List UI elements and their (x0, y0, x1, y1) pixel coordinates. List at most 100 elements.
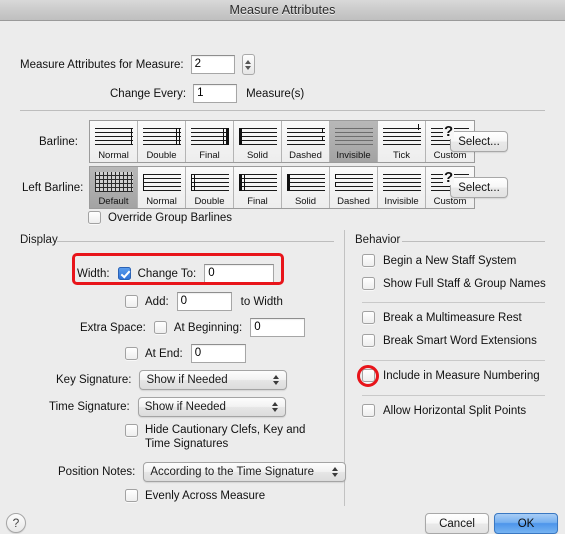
at-end-input[interactable]: 0 (190, 344, 246, 363)
left-barline-option-normal[interactable]: Normal (138, 167, 186, 208)
window-titlebar: Measure Attributes (0, 0, 565, 21)
evenly-across-measure-checkbox[interactable] (125, 489, 138, 502)
help-button[interactable]: ? (6, 513, 26, 533)
position-notes-label: Position Notes: (58, 466, 136, 478)
key-signature-label: Key Signature: (56, 374, 132, 386)
include-in-measure-numbering-checkbox[interactable] (362, 369, 375, 382)
at-beginning-input[interactable]: 0 (250, 318, 306, 337)
barline-select-button[interactable]: Select... (450, 131, 508, 152)
at-end-label: At End: (145, 347, 183, 360)
barline-option-label: Normal (98, 150, 129, 161)
left-barline-label: Left Barline: (22, 182, 84, 194)
allow-horizontal-split-points-checkbox[interactable] (362, 404, 375, 417)
break-smart-word-extensions-checkbox[interactable] (362, 334, 375, 347)
position-notes-row[interactable]: Position Notes: According to the Time Si… (58, 462, 347, 482)
stepper-down-icon[interactable] (245, 65, 252, 70)
key-signature-select[interactable]: Show if Needed (139, 370, 288, 390)
behavior-item-show-full-staff-group-names[interactable]: Show Full Staff & Group Names (362, 277, 546, 290)
left-barline-option-label: Default (98, 196, 129, 207)
left-barline-option-label: Invisible (384, 196, 419, 207)
change-to-checkbox[interactable] (117, 267, 131, 280)
width-label: Width: (77, 267, 110, 280)
add-width-input[interactable]: 0 (176, 292, 232, 311)
measure-number-input[interactable]: 2 (190, 55, 235, 74)
change-every-input[interactable]: 1 (193, 84, 238, 103)
behavior-item-break-multimeasure-rest[interactable]: Break a Multimeasure Rest (362, 311, 522, 324)
begin-new-staff-system-checkbox[interactable] (362, 254, 375, 267)
time-signature-select[interactable]: Show if Needed (137, 397, 286, 417)
barline-label: Barline: (39, 136, 78, 148)
barline-option-dashed[interactable]: Dashed (282, 121, 330, 162)
override-group-barlines-label: Override Group Barlines (108, 211, 232, 224)
at-beginning-label: At Beginning: (173, 321, 243, 334)
evenly-across-measure-row[interactable]: Evenly Across Measure (125, 489, 265, 502)
at-end-checkbox[interactable] (125, 347, 138, 360)
left-barline-option-label: Dashed (337, 196, 370, 207)
left-barline-palette[interactable]: Default Normal Double Final Solid Dashed… (89, 166, 475, 209)
barline-option-invisible[interactable]: Invisible (330, 121, 378, 162)
extra-space-end-row[interactable]: At End: 0 (125, 344, 246, 363)
change-to-input[interactable]: 0 (204, 264, 275, 283)
left-barline-dashed-icon (332, 169, 376, 195)
measure-for-label: Measure Attributes for Measure: (20, 58, 184, 71)
hide-cautionary-label-line1: Hide Cautionary Clefs, Key and (145, 424, 306, 436)
left-barline-option-invisible[interactable]: Invisible (378, 167, 426, 208)
barline-option-label: Double (146, 150, 177, 161)
measures-suffix-label: Measure(s) (246, 87, 305, 100)
barline-tick-icon (380, 123, 424, 149)
window-title: Measure Attributes (229, 3, 336, 17)
width-change-to-row[interactable]: Width: Change To: 0 (77, 264, 275, 283)
stepper-up-icon[interactable] (245, 59, 252, 64)
behavior-item-label: Break Smart Word Extensions (383, 334, 537, 347)
change-every-row: Change Every: 1 Measure(s) (110, 84, 304, 103)
break-multimeasure-rest-checkbox[interactable] (362, 311, 375, 324)
left-barline-select-button[interactable]: Select... (450, 177, 508, 198)
show-full-staff-group-names-checkbox[interactable] (362, 277, 375, 290)
barline-option-final[interactable]: Final (186, 121, 234, 162)
chevron-updown-icon (273, 375, 280, 385)
behavior-item-label: Allow Horizontal Split Points (383, 404, 527, 417)
barline-palette[interactable]: Normal Double Final Solid Dashed Invisib… (89, 120, 475, 163)
hide-cautionary-label-line2: Time Signatures (145, 438, 229, 450)
override-group-barlines-row[interactable]: Override Group Barlines (88, 211, 232, 224)
left-barline-solid-icon (284, 169, 328, 195)
behavior-item-allow-horizontal-split-points[interactable]: Allow Horizontal Split Points (362, 404, 526, 417)
barline-option-solid[interactable]: Solid (234, 121, 282, 162)
left-barline-option-solid[interactable]: Solid (282, 167, 330, 208)
override-group-barlines-checkbox[interactable] (88, 211, 101, 224)
behavior-item-include-in-measure-numbering[interactable]: Include in Measure Numbering (362, 369, 540, 382)
behavior-item-begin-new-staff-system[interactable]: Begin a New Staff System (362, 254, 516, 267)
behavior-group-title: Behavior (355, 234, 406, 246)
behavior-divider-2 (362, 360, 545, 361)
left-barline-option-double[interactable]: Double (186, 167, 234, 208)
barline-option-label: Tick (392, 150, 411, 161)
width-add-row[interactable]: Add: 0 to Width (125, 292, 283, 311)
hide-cautionary-checkbox[interactable] (125, 424, 138, 437)
ok-button[interactable]: OK (494, 513, 558, 534)
add-width-checkbox[interactable] (125, 295, 138, 308)
barline-dashed-icon (284, 123, 328, 149)
measure-number-stepper[interactable] (241, 54, 255, 75)
left-barline-option-label: Normal (146, 196, 177, 207)
behavior-item-break-smart-word-extensions[interactable]: Break Smart Word Extensions (362, 334, 537, 347)
left-barline-option-dashed[interactable]: Dashed (330, 167, 378, 208)
behavior-item-label: Break a Multimeasure Rest (383, 311, 522, 324)
at-beginning-checkbox[interactable] (153, 321, 167, 334)
cancel-button[interactable]: Cancel (425, 513, 489, 534)
barline-option-label: Final (199, 150, 220, 161)
key-signature-row[interactable]: Key Signature: Show if Needed (56, 370, 288, 390)
barline-option-normal[interactable]: Normal (90, 121, 138, 162)
left-barline-option-default[interactable]: Default (90, 167, 138, 208)
behavior-divider-1 (362, 302, 545, 303)
barline-option-tick[interactable]: Tick (378, 121, 426, 162)
left-barline-option-final[interactable]: Final (234, 167, 282, 208)
hide-cautionary-row[interactable]: Hide Cautionary Clefs, Key and Time Sign… (125, 423, 305, 451)
barline-invisible-icon (332, 123, 376, 149)
position-notes-select[interactable]: According to the Time Signature (143, 462, 347, 482)
time-signature-row[interactable]: Time Signature: Show if Needed (49, 397, 286, 417)
extra-space-label: Extra Space: (80, 321, 146, 334)
extra-space-beginning-row[interactable]: Extra Space: At Beginning: 0 (80, 318, 306, 337)
barline-option-double[interactable]: Double (138, 121, 186, 162)
left-barline-final-icon (236, 169, 280, 195)
left-barline-option-label: Final (247, 196, 268, 207)
